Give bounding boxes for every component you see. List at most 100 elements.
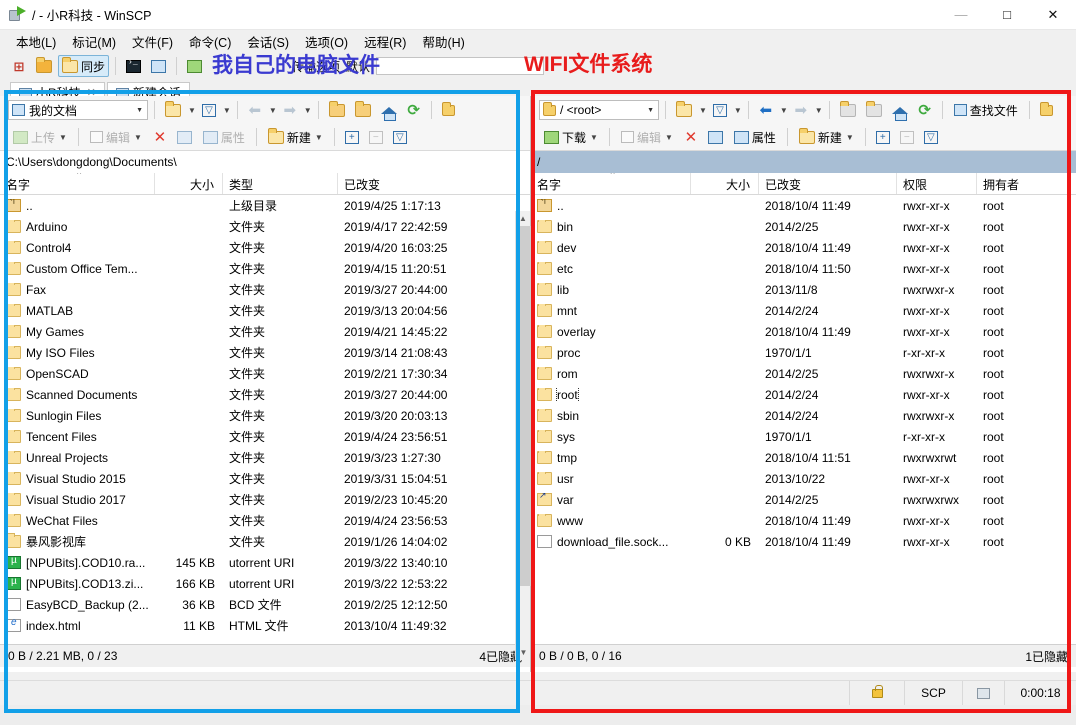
session-icon-cell[interactable]: [962, 680, 1004, 706]
local-new-button[interactable]: 新建 ▼: [263, 126, 328, 148]
local-open-directory-button[interactable]: [161, 99, 185, 121]
local-filter-button[interactable]: ▽: [198, 99, 220, 121]
remote-refresh-button[interactable]: ⟳: [914, 99, 936, 121]
local-selection-options-button[interactable]: ▽: [389, 126, 411, 148]
table-row[interactable]: etc 2018/10/4 11:50 rwxr-xr-x root: [531, 258, 1076, 279]
table-row[interactable]: tmp 2018/10/4 11:51 rwxrwxrwt root: [531, 447, 1076, 468]
menu-session[interactable]: 会话(S): [239, 30, 297, 53]
local-unselect-button[interactable]: −: [365, 126, 387, 148]
table-row[interactable]: Visual Studio 2017 文件夹 2019/2/23 10:45:20: [0, 489, 530, 510]
remote-column-modified[interactable]: 已改变: [759, 173, 897, 194]
menu-mark[interactable]: 标记(M): [64, 30, 124, 53]
remote-column-size[interactable]: 大小: [691, 173, 759, 194]
lock-icon-cell[interactable]: [849, 680, 904, 706]
table-row[interactable]: Custom Office Tem... 文件夹 2019/4/15 11:20:5…: [0, 258, 530, 279]
local-properties-button[interactable]: 属性: [198, 126, 250, 148]
table-row[interactable]: rom 2014/2/25 rwxrwxr-x root: [531, 363, 1076, 384]
table-row[interactable]: Control4 文件夹 2019/4/20 16:03:25: [0, 237, 530, 258]
chevron-down-icon[interactable]: ▼: [734, 106, 742, 115]
local-column-size[interactable]: 大小: [155, 173, 223, 194]
chevron-down-icon[interactable]: ▼: [269, 106, 277, 115]
scroll-up-icon[interactable]: ▲: [516, 211, 530, 226]
local-refresh-button[interactable]: ⟳: [403, 99, 425, 121]
table-row[interactable]: OpenSCAD 文件夹 2019/2/21 17:30:34: [0, 363, 530, 384]
upload-button[interactable]: 上传 ▼: [8, 126, 72, 148]
table-row[interactable]: download_file.sock... 0 KB 2018/10/4 11:49…: [531, 531, 1076, 552]
menu-local[interactable]: 本地(L): [8, 30, 64, 53]
remote-file-list[interactable]: .. 2018/10/4 11:49 rwxr-xr-x root bin 2014/2/…: [531, 195, 1076, 644]
local-select-button[interactable]: +: [341, 126, 363, 148]
table-row[interactable]: 暴风影视库 文件夹 2019/1/26 14:04:02: [0, 531, 530, 552]
synchronize-button[interactable]: 同步: [58, 55, 110, 77]
table-row[interactable]: My ISO Files 文件夹 2019/3/14 21:08:43: [0, 342, 530, 363]
local-forward-button[interactable]: ➡: [279, 99, 301, 121]
local-file-list[interactable]: .. 上级目录 2019/4/25 1:17:13 Arduino 文件夹 2019/4/…: [0, 195, 530, 644]
open-putty-button[interactable]: [147, 55, 170, 77]
table-row[interactable]: Visual Studio 2015 文件夹 2019/3/31 15:04:51: [0, 468, 530, 489]
remote-delete-button[interactable]: ✕: [680, 126, 702, 148]
remote-properties-button[interactable]: 属性: [729, 126, 781, 148]
table-row[interactable]: www 2018/10/4 11:49 rwxr-xr-x root: [531, 510, 1076, 531]
table-row[interactable]: index.html 11 KB HTML 文件 2013/10/4 11:49:32: [0, 615, 530, 636]
menu-help[interactable]: 帮助(H): [414, 30, 472, 53]
table-row[interactable]: sbin 2014/2/24 rwxrwxr-x root: [531, 405, 1076, 426]
table-row[interactable]: .. 2018/10/4 11:49 rwxr-xr-x root: [531, 195, 1076, 216]
table-row[interactable]: My Games 文件夹 2019/4/21 14:45:22: [0, 321, 530, 342]
local-rename-button[interactable]: [173, 126, 196, 148]
remote-forward-button[interactable]: ➡: [790, 99, 812, 121]
local-bookmark-button[interactable]: [438, 99, 460, 121]
local-column-type[interactable]: 类型: [223, 173, 338, 194]
protocol-cell[interactable]: SCP: [904, 680, 962, 706]
local-home-directory-button[interactable]: [377, 99, 401, 121]
remote-root-directory-button[interactable]: [862, 99, 886, 121]
transfer-settings-value[interactable]: 默认: [346, 58, 370, 75]
remote-path-bar[interactable]: /: [531, 151, 1076, 173]
remote-rename-button[interactable]: [704, 126, 727, 148]
table-row[interactable]: Unreal Projects 文件夹 2019/3/23 1:27:30: [0, 447, 530, 468]
menu-file[interactable]: 文件(F): [124, 30, 181, 53]
table-row[interactable]: Tencent Files 文件夹 2019/4/24 23:56:51: [0, 426, 530, 447]
table-row[interactable]: MATLAB 文件夹 2019/3/13 20:04:56: [0, 300, 530, 321]
chevron-down-icon[interactable]: ▼: [780, 106, 788, 115]
table-row[interactable]: [NPUBits].COD10.ra... 145 KB utorrent URI 2…: [0, 552, 530, 573]
remote-parent-directory-button[interactable]: [836, 99, 860, 121]
table-row[interactable]: proc 1970/1/1 r-xr-xr-x root: [531, 342, 1076, 363]
local-root-directory-button[interactable]: [351, 99, 375, 121]
local-back-button[interactable]: ⬅: [244, 99, 266, 121]
remote-bookmark-button[interactable]: [1036, 99, 1058, 121]
table-row[interactable]: EasyBCD_Backup (2... 36 KB BCD 文件 2019/2/25…: [0, 594, 530, 615]
remote-column-owner[interactable]: 拥有者: [977, 173, 1067, 194]
find-files-button[interactable]: 查找文件: [949, 99, 1023, 121]
local-scroll-thumb[interactable]: [516, 226, 531, 586]
remote-back-button[interactable]: ⬅: [755, 99, 777, 121]
open-terminal-button[interactable]: [122, 55, 145, 77]
scroll-down-icon[interactable]: ▼: [516, 645, 531, 660]
table-row[interactable]: Sunlogin Files 文件夹 2019/3/20 20:03:13: [0, 405, 530, 426]
remote-select-button[interactable]: +: [872, 126, 894, 148]
local-column-modified[interactable]: 已改变: [338, 173, 516, 194]
table-row[interactable]: .. 上级目录 2019/4/25 1:17:13: [0, 195, 530, 216]
compare-directories-button[interactable]: ⊞: [8, 55, 30, 77]
table-row[interactable]: var 2014/2/25 rwxrwxrwx root: [531, 489, 1076, 510]
local-edit-button[interactable]: 编辑 ▼: [85, 126, 147, 148]
local-vertical-scrollbar[interactable]: ▲ ▼: [515, 211, 531, 660]
local-delete-button[interactable]: ✕: [149, 126, 171, 148]
remote-column-name[interactable]: 名字 ^: [531, 173, 691, 194]
chevron-down-icon[interactable]: ▼: [699, 106, 707, 115]
remote-open-directory-button[interactable]: [672, 99, 696, 121]
remote-location-combo[interactable]: / <root> ▼: [539, 100, 659, 120]
remote-selection-options-button[interactable]: ▽: [920, 126, 942, 148]
local-location-combo[interactable]: 我的文档 ▼: [8, 100, 148, 120]
table-row[interactable]: bin 2014/2/25 rwxr-xr-x root: [531, 216, 1076, 237]
table-row[interactable]: dev 2018/10/4 11:49 rwxr-xr-x root: [531, 237, 1076, 258]
table-row[interactable]: Fax 文件夹 2019/3/27 20:44:00: [0, 279, 530, 300]
remote-home-directory-button[interactable]: [888, 99, 912, 121]
local-path-bar[interactable]: C:\Users\dongdong\Documents\: [0, 151, 530, 173]
table-row[interactable]: Arduino 文件夹 2019/4/17 22:42:59: [0, 216, 530, 237]
local-column-name[interactable]: 名字 ^: [0, 173, 155, 194]
table-row[interactable]: WeChat Files 文件夹 2019/4/24 23:56:53: [0, 510, 530, 531]
table-row[interactable]: sys 1970/1/1 r-xr-xr-x root: [531, 426, 1076, 447]
chevron-down-icon[interactable]: ▼: [223, 106, 231, 115]
remote-filter-button[interactable]: ▽: [709, 99, 731, 121]
remote-column-permissions[interactable]: 权限: [897, 173, 977, 194]
